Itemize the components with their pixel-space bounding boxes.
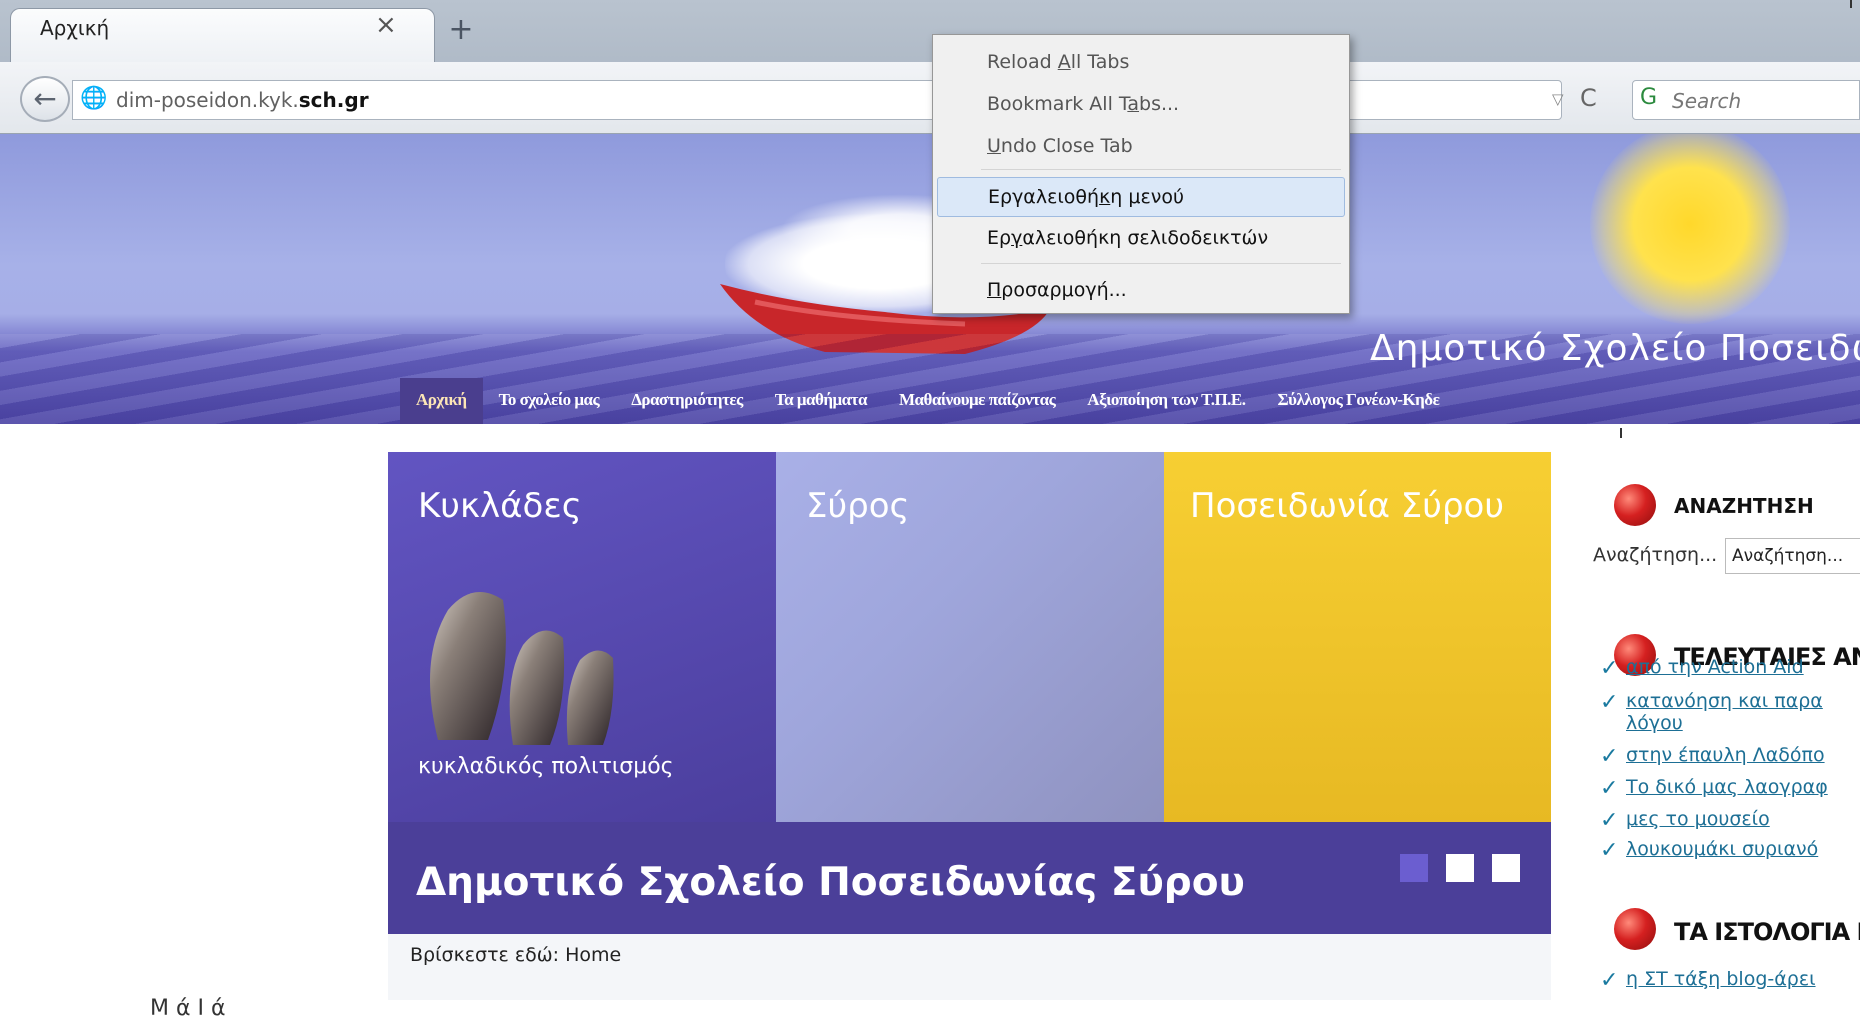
latest-post-link[interactable]: λόγου xyxy=(1626,712,1683,734)
nav-item-4[interactable]: Τα μαθήματα xyxy=(759,378,883,424)
latest-post-4[interactable]: ✓ Το δικό μας λαογραφ xyxy=(1600,776,1828,801)
red-ball-icon xyxy=(1614,484,1656,526)
search-placeholder: Search xyxy=(1672,89,1742,113)
sun-illustration xyxy=(1590,134,1790,324)
latest-post-link[interactable]: από την Action Aid xyxy=(1626,656,1804,678)
slide-dot-1[interactable] xyxy=(1400,854,1428,882)
check-icon: ✓ xyxy=(1600,776,1619,801)
latest-post-link[interactable]: στην έπαυλη Λαδόπο xyxy=(1626,744,1825,766)
url-text[interactable]: dim-poseidon.kyk.sch.gr xyxy=(116,88,369,112)
search-engine-icon[interactable]: G xyxy=(1640,85,1657,110)
context-menu-item-5[interactable]: Εργαλειοθήκη σελιδοδεικτών xyxy=(937,219,1345,259)
context-menu-item-label: Εργαλειοθήκη σελιδοδεικτών xyxy=(987,227,1269,249)
url-prefix: dim-poseidon.kyk. xyxy=(116,88,299,112)
nav-item-6[interactable]: Αξιοποίηση των Τ.Π.Ε. xyxy=(1071,378,1261,424)
latest-post-6[interactable]: ✓ λουκουμάκι συριανό xyxy=(1600,838,1818,863)
blog-link-1[interactable]: ✓ η ΣΤ τάξη blog-άρει xyxy=(1600,968,1816,993)
tab-close-icon[interactable]: × xyxy=(375,10,397,40)
latest-post-link[interactable]: μες το μουσείο xyxy=(1626,808,1770,830)
check-icon: ✓ xyxy=(1600,690,1619,715)
context-menu-item-label: Reload All Tabs xyxy=(987,51,1130,73)
context-menu-item-label: Undo Close Tab xyxy=(987,135,1133,157)
clipped-text: Μ ά Ι ά xyxy=(150,996,226,1021)
slideshow: Κυκλάδες Σύρος Ποσειδωνία Σύρου κυκλαδικ… xyxy=(388,452,1551,934)
check-icon: ✓ xyxy=(1600,656,1619,681)
latest-post-3[interactable]: ✓ στην έπαυλη Λαδόπο xyxy=(1600,744,1825,769)
search-label: Αναζήτηση... xyxy=(1593,544,1717,566)
context-menu-item-label: Εργαλειοθήκη μενού xyxy=(988,186,1184,208)
latest-post-1[interactable]: ✓ από την Action Aid xyxy=(1600,656,1804,681)
check-icon: ✓ xyxy=(1600,808,1619,833)
nav-item-3[interactable]: Δραστηριότητες xyxy=(615,378,759,424)
reload-icon[interactable]: C xyxy=(1580,84,1597,112)
latest-post-link[interactable]: κατανόηση και παρα xyxy=(1626,690,1823,712)
check-icon: ✓ xyxy=(1600,838,1619,863)
nav-item-2[interactable]: Το σχολείο μας xyxy=(483,378,616,424)
cycladic-figurines-image xyxy=(430,592,614,745)
context-menu-item-1[interactable]: Reload All Tabs xyxy=(937,43,1345,83)
nav-item-7[interactable]: Σύλλογος Γονέων-Κηδε xyxy=(1262,378,1456,424)
blogs-heading: ΤΑ ΙΣΤΟΛΟΓΙΑ ΜΑ xyxy=(1674,918,1860,946)
main-navigation: Αρχική Το σχολείο μας Δραστηριότητες Τα μαθ… xyxy=(400,378,1455,424)
slide-caption-cycladic: κυκλαδικός πολιτισμός xyxy=(418,754,674,779)
edge-mark xyxy=(1850,0,1852,8)
menu-separator xyxy=(981,263,1341,264)
url-domain: sch.gr xyxy=(298,88,369,112)
site-search-input[interactable]: Αναζήτηση... xyxy=(1725,538,1860,574)
history-dropdown-icon[interactable]: ▽ xyxy=(1552,90,1564,108)
context-menu-item-3[interactable]: Undo Close Tab xyxy=(937,127,1345,167)
check-icon: ✓ xyxy=(1600,968,1619,993)
tab-context-menu: Reload All Tabs Bookmark All Tabs... Undo … xyxy=(932,34,1350,314)
check-icon: ✓ xyxy=(1600,744,1619,769)
latest-post-2-cont[interactable]: λόγου xyxy=(1626,712,1683,734)
red-ball-icon xyxy=(1614,908,1656,950)
site-title: Δημοτικό Σχολείο Ποσειδωνί xyxy=(1370,328,1860,369)
menu-separator xyxy=(981,169,1341,170)
edge-mark xyxy=(1620,428,1622,438)
globe-icon[interactable]: 🌐 xyxy=(80,86,107,111)
latest-post-5[interactable]: ✓ μες το μουσείο xyxy=(1600,808,1770,833)
slide-title-cyclades: Κυκλάδες xyxy=(418,486,582,526)
nav-item-5[interactable]: Μαθαίνουμε παίζοντας xyxy=(883,378,1071,424)
nav-item-1[interactable]: Αρχική xyxy=(400,378,483,424)
search-label-text: Αναζήτηση... xyxy=(1593,544,1718,566)
back-button[interactable]: ← xyxy=(20,76,70,122)
latest-post-link[interactable]: λουκουμάκι συριανό xyxy=(1626,838,1818,860)
latest-post-link[interactable]: Το δικό μας λαογραφ xyxy=(1626,776,1828,798)
slide-dot-3[interactable] xyxy=(1492,854,1520,882)
new-tab-button[interactable]: + xyxy=(438,10,484,54)
context-menu-item-label: Προσαρμογή... xyxy=(987,279,1127,301)
search-heading: ΑΝΑΖΗΤΗΣΗ xyxy=(1674,494,1814,518)
context-menu-item-label: Bookmark All Tabs... xyxy=(987,93,1180,115)
context-menu-item-2[interactable]: Bookmark All Tabs... xyxy=(937,85,1345,125)
slide-title-syros: Σύρος xyxy=(806,486,910,526)
breadcrumb: Βρίσκεστε εδώ: Home xyxy=(410,944,622,966)
context-menu-item-4[interactable]: Εργαλειοθήκη μενού xyxy=(937,177,1345,217)
slideshow-caption: Δημοτικό Σχολείο Ποσειδωνίας Σύρου xyxy=(416,860,1245,905)
blog-link[interactable]: η ΣΤ τάξη blog-άρει xyxy=(1626,968,1816,990)
search-input[interactable] xyxy=(1632,80,1860,120)
slide-title-posidonia: Ποσειδωνία Σύρου xyxy=(1190,486,1505,526)
slide-dot-2[interactable] xyxy=(1446,854,1474,882)
tab-title[interactable]: Αρχική xyxy=(40,16,109,40)
context-menu-item-6[interactable]: Προσαρμογή... xyxy=(937,271,1345,311)
